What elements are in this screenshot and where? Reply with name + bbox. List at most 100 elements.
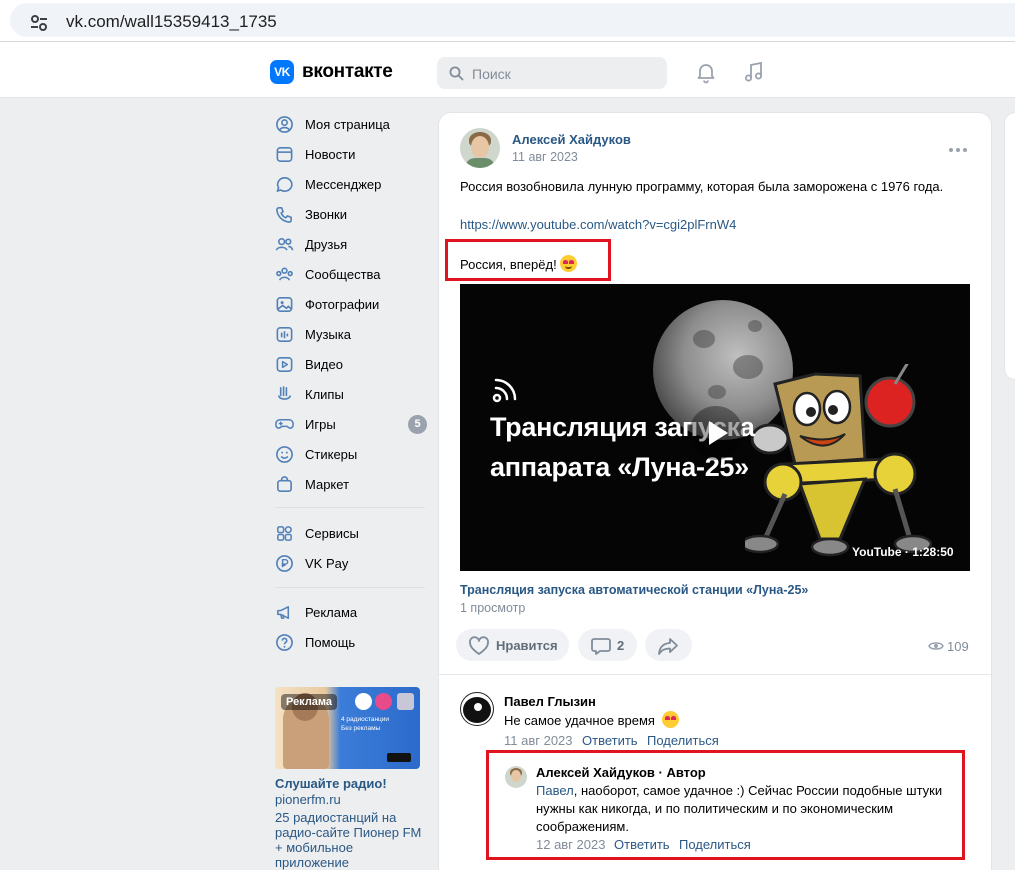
highlight-box [445,239,611,281]
ad-tag: Реклама [281,694,338,710]
megaphone-icon [277,606,290,619]
eye-icon [928,642,944,650]
ad-description[interactable]: 25 радиостанций на радио-сайте Пионер FM… [275,810,425,870]
commenter-avatar[interactable] [460,692,494,726]
sidebar-item-video[interactable]: Видео [266,350,431,378]
sidebar-item-communities[interactable]: Сообщества [266,260,431,288]
like-button[interactable]: Нравится [456,629,569,661]
sidebar-item-label: Новости [305,147,356,162]
heart-icon [469,636,489,655]
comment-text: Не самое удачное время [504,711,679,730]
ad-banner-image[interactable]: Реклама 4 радиостанции Без рекламы [275,687,420,769]
sidebar-item-label: Музыка [305,327,351,342]
sidebar-item-label: Друзья [305,237,348,252]
comment-date[interactable]: 11 авг 2023 [504,733,573,748]
play-icon[interactable] [688,405,744,461]
ad-title[interactable]: Слушайте радио! [275,776,387,791]
sidebar-item-calls[interactable]: Звонки [266,200,431,228]
sidebar-item-label: Маркет [305,477,350,492]
browser-address-bar: vk.com/wall15359413_1735 [0,0,1015,41]
comment-text-content: Не самое удачное время [504,713,655,728]
sidebar-item-games[interactable]: Игры 5 [266,410,431,438]
author-avatar[interactable] [460,128,500,168]
video-icon [276,357,293,372]
sidebar-item-label: Сервисы [305,526,359,541]
ad-image-caption: 4 радиостанции [341,716,390,723]
sidebar-item-help[interactable]: Помощь [266,628,431,656]
sidebar-item-label: Мессенджер [305,177,382,192]
sidebar-item-label: Сообщества [305,267,381,282]
gamepad-icon [275,418,294,429]
music-icon [276,327,293,342]
sidebar-divider [275,587,425,588]
more-options-icon[interactable] [948,147,968,153]
post-date[interactable]: 11 авг 2023 [512,150,578,164]
vk-logo-text[interactable]: вконтакте [302,61,393,83]
sidebar-divider [275,507,425,508]
like-label: Нравится [496,638,558,653]
radio-logo-icon [397,693,414,710]
comment-author[interactable]: Павел Глызин [504,694,596,709]
sidebar-item-label: Реклама [305,605,358,620]
news-icon [276,147,293,162]
sidebar-item-vk-pay[interactable]: VK Pay [266,549,431,577]
bell-icon[interactable] [694,60,718,84]
views-count: 109 [947,639,969,654]
photo-icon [276,297,293,312]
sidebar-item-label: Помощь [305,635,356,650]
sidebar-item-services[interactable]: Сервисы [266,519,431,547]
share-comment-button[interactable]: Поделиться [647,733,719,748]
radio-logo-icon [375,693,392,710]
clips-icon [277,386,292,400]
sidebar-item-label: Видео [305,357,343,372]
sidebar-item-label: Игры [305,417,336,432]
avatar-shirt [465,158,495,168]
sidebar-item-messenger[interactable]: Мессенджер [266,170,431,198]
app-store-badge-icon [387,753,411,762]
sidebar-item-clips[interactable]: Клипы [266,380,431,408]
sidebar-item-news[interactable]: Новости [266,140,431,168]
url-text[interactable]: vk.com/wall15359413_1735 [66,12,277,32]
video-player[interactable]: Трансляция запуска аппарата «Луна-25» Yo… [460,284,970,571]
post-author-name[interactable]: Алексей Хайдуков [512,132,631,147]
market-icon [277,476,292,492]
games-count-badge: 5 [408,415,427,434]
site-settings-icon[interactable] [28,12,50,34]
thinking-emoji-icon [661,711,679,728]
sidebar-item-label: Звонки [305,207,347,222]
sidebar-item-ads[interactable]: Реклама [266,598,431,626]
search-input[interactable]: Поиск [437,57,667,89]
radio-logo-icon [355,693,372,710]
sidebar-item-stickers[interactable]: Стикеры [266,440,431,468]
phone-icon [276,207,292,223]
friends-icon [275,237,294,251]
help-icon [276,634,293,651]
vk-logo-icon[interactable]: VK [270,60,294,84]
highlight-box [486,750,965,860]
communities-icon [276,267,293,281]
sidebar-item-my-page[interactable]: Моя страница [266,110,431,138]
search-icon [449,66,464,81]
comment-button[interactable]: 2 [578,629,637,661]
sidebar-item-label: Стикеры [305,447,358,462]
sidebar-item-friends[interactable]: Друзья [266,230,431,258]
reply-button[interactable]: Ответить [582,733,638,748]
post-link[interactable]: https://www.youtube.com/watch?v=cgi2plFr… [460,217,736,232]
message-icon [276,177,293,192]
music-player-icon[interactable] [742,60,766,84]
ad-domain[interactable]: pionerfm.ru [275,792,341,807]
video-caption-link[interactable]: Трансляция запуска автоматической станци… [460,583,808,597]
sidebar-item-photos[interactable]: Фотографии [266,290,431,318]
comment-count: 2 [617,638,625,653]
user-circle-icon [276,116,293,133]
share-icon [658,638,678,655]
url-field[interactable]: vk.com/wall15359413_1735 [10,3,1015,37]
broadcast-icon [492,378,517,403]
avatar-detail [474,703,482,711]
sticker-icon [276,446,293,463]
sidebar-item-music[interactable]: Музыка [266,320,431,348]
sidebar-item-market[interactable]: Маркет [266,470,431,498]
search-placeholder: Поиск [472,66,511,82]
share-button[interactable] [645,629,692,661]
sidebar-item-label: Клипы [305,387,344,402]
